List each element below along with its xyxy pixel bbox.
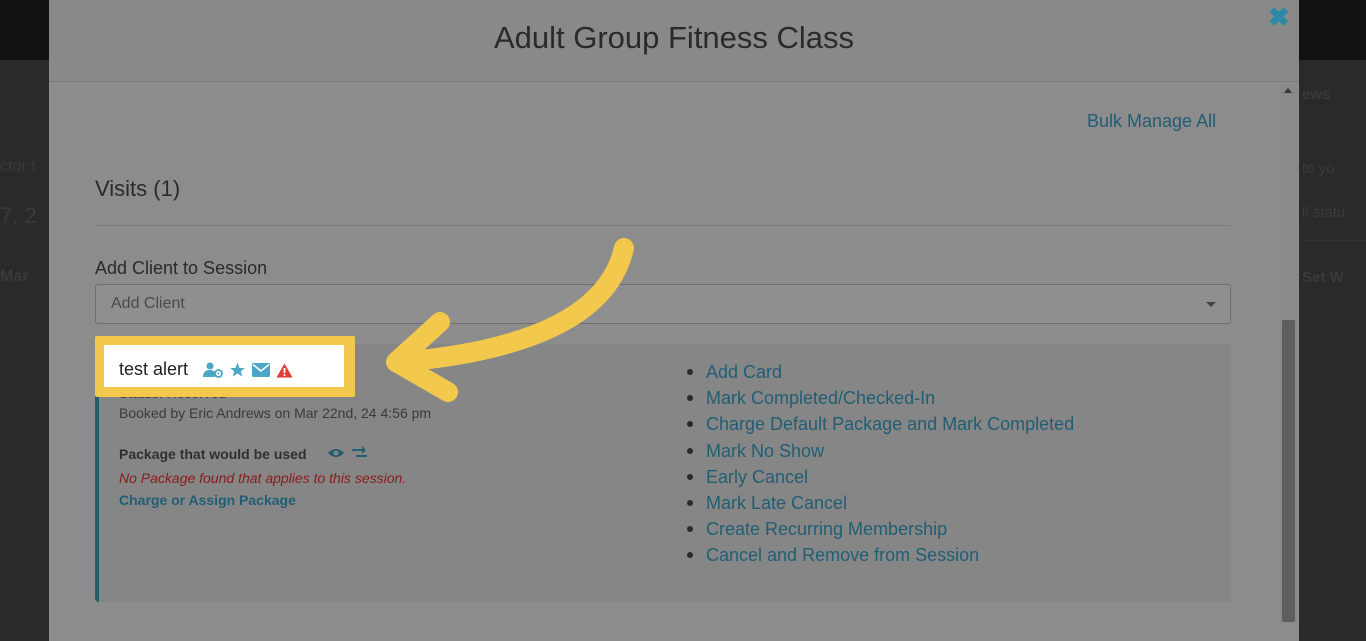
pointer-arrow-icon: [386, 238, 634, 402]
